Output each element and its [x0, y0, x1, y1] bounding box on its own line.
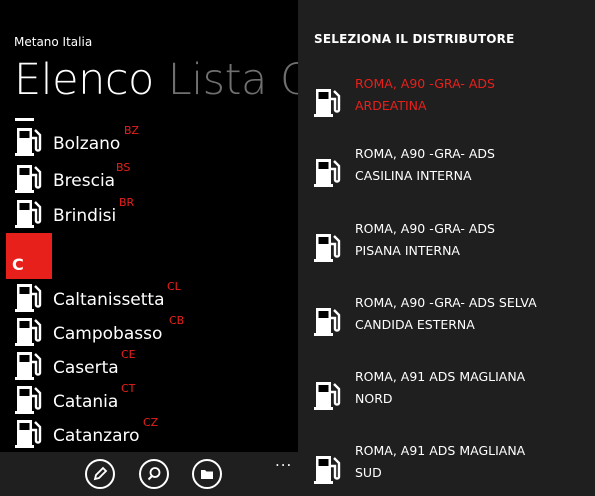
city-name: Bolzano — [53, 134, 121, 154]
city-item-catanzaro[interactable]: Catanzaro CZ — [0, 416, 298, 450]
fuel-pump-icon — [13, 196, 47, 230]
station-item-magliana-sud[interactable]: ROMA, A91 ADS MAGLIANA SUD — [298, 440, 595, 496]
station-label: ROMA, A90 -GRA- ADS ARDEATINA — [355, 76, 495, 113]
city-item-caserta[interactable]: Caserta CE — [0, 348, 298, 382]
station-item-magliana-nord[interactable]: ROMA, A91 ADS MAGLIANA NORD — [298, 366, 595, 426]
fuel-pump-icon — [13, 348, 47, 382]
fuel-pump-icon — [312, 85, 346, 119]
application-bar: ... — [0, 452, 298, 496]
fuel-pump-icon — [13, 124, 47, 158]
group-letter: C — [12, 255, 24, 274]
pencil-icon — [93, 466, 108, 481]
edit-button[interactable] — [85, 459, 115, 489]
province-code: CB — [169, 314, 185, 327]
city-item-catania[interactable]: Catania CT — [0, 382, 298, 416]
pivot-tab-elenco[interactable]: Elenco — [14, 55, 154, 105]
station-selection-popup: SELEZIONA IL DISTRIBUTORE ROMA, A90 -GRA… — [298, 0, 595, 496]
fuel-pump-icon — [312, 304, 346, 338]
province-code: BS — [116, 161, 131, 174]
city-name: Campobasso — [53, 324, 163, 344]
province-code: CL — [167, 280, 181, 293]
fuel-pump-icon — [312, 155, 346, 189]
fuel-pump-icon — [312, 378, 346, 412]
station-item-casilina[interactable]: ROMA, A90 -GRA- ADS CASILINA INTERNA — [298, 143, 595, 203]
station-label: ROMA, A90 -GRA- ADS CASILINA INTERNA — [355, 146, 495, 183]
pivot-header: Elenco Lista Ce — [14, 54, 298, 106]
city-item-brescia[interactable]: Brescia BS — [0, 161, 298, 195]
station-label: ROMA, A91 ADS MAGLIANA SUD — [355, 443, 526, 480]
station-item-ardeatina[interactable]: ROMA, A90 -GRA- ADS ARDEATINA — [298, 73, 595, 133]
fuel-pump-icon — [312, 452, 346, 486]
fuel-pump-icon — [13, 280, 47, 314]
city-list-pane: Metano Italia ElencoLista Ce Bolzano BZ … — [0, 0, 298, 496]
search-button[interactable] — [139, 459, 169, 489]
province-code: CE — [121, 348, 136, 361]
station-item-pisana[interactable]: ROMA, A90 -GRA- ADS PISANA INTERNA — [298, 218, 595, 278]
province-code: CZ — [143, 416, 159, 429]
fuel-pump-icon — [13, 382, 47, 416]
fuel-pump-icon — [13, 416, 47, 450]
province-code: BZ — [124, 124, 140, 137]
pivot-tab-lista[interactable]: Lista Ce — [168, 55, 298, 105]
station-label: ROMA, A90 -GRA- ADS PISANA INTERNA — [355, 221, 495, 258]
fuel-pump-icon-partial — [13, 118, 47, 123]
station-label: ROMA, A90 -GRA- ADS SELVA CANDIDA ESTERNA — [355, 295, 537, 332]
search-icon — [147, 467, 161, 481]
station-item-selva-candida[interactable]: ROMA, A90 -GRA- ADS SELVA CANDIDA ESTERNA — [298, 292, 595, 352]
station-label: ROMA, A91 ADS MAGLIANA NORD — [355, 369, 526, 406]
city-name: Catania — [53, 392, 119, 412]
city-name: Catanzaro — [53, 426, 140, 446]
city-name: Brescia — [53, 171, 116, 191]
city-name: Caserta — [53, 358, 119, 378]
city-item-brindisi[interactable]: Brindisi BR — [0, 196, 298, 230]
app-title: Metano Italia — [14, 35, 93, 49]
city-name: Caltanissetta — [53, 290, 165, 310]
city-item-campobasso[interactable]: Campobasso CB — [0, 314, 298, 348]
city-name: Brindisi — [53, 206, 117, 226]
province-code: BR — [119, 196, 135, 209]
more-menu-button[interactable]: ... — [275, 452, 292, 470]
province-code: CT — [121, 382, 136, 395]
folder-icon — [201, 470, 213, 479]
city-item-caltanissetta[interactable]: Caltanissetta CL — [0, 280, 298, 314]
group-header-c[interactable]: C — [6, 233, 52, 279]
fuel-pump-icon — [13, 314, 47, 348]
fuel-pump-icon — [13, 161, 47, 195]
fuel-pump-icon — [312, 230, 346, 264]
popup-title: SELEZIONA IL DISTRIBUTORE — [314, 32, 515, 46]
folder-button[interactable] — [192, 459, 222, 489]
city-item-bolzano[interactable]: Bolzano BZ — [0, 124, 298, 158]
